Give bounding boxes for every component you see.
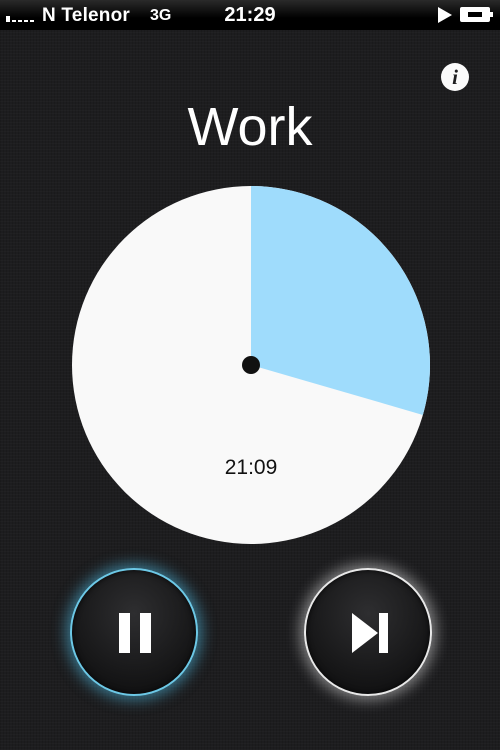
timer-dial-graphic	[72, 186, 430, 544]
page-title: Work	[187, 97, 313, 157]
timer-dial: 21:09	[72, 186, 430, 544]
play-icon	[438, 7, 452, 23]
battery-charging-icon	[460, 7, 493, 22]
timer-remaining: 21:09	[224, 456, 278, 479]
status-time: 21:29	[224, 4, 276, 26]
pause-icon	[119, 613, 151, 653]
status-bar: N Telenor 3G 21:29	[0, 0, 500, 30]
skip-forward-button[interactable]	[304, 568, 432, 696]
timer-center-dot	[242, 356, 260, 374]
skip-forward-icon	[352, 613, 390, 653]
pause-button[interactable]	[70, 568, 198, 696]
info-icon: i	[452, 65, 458, 89]
info-button[interactable]: i	[441, 63, 469, 91]
